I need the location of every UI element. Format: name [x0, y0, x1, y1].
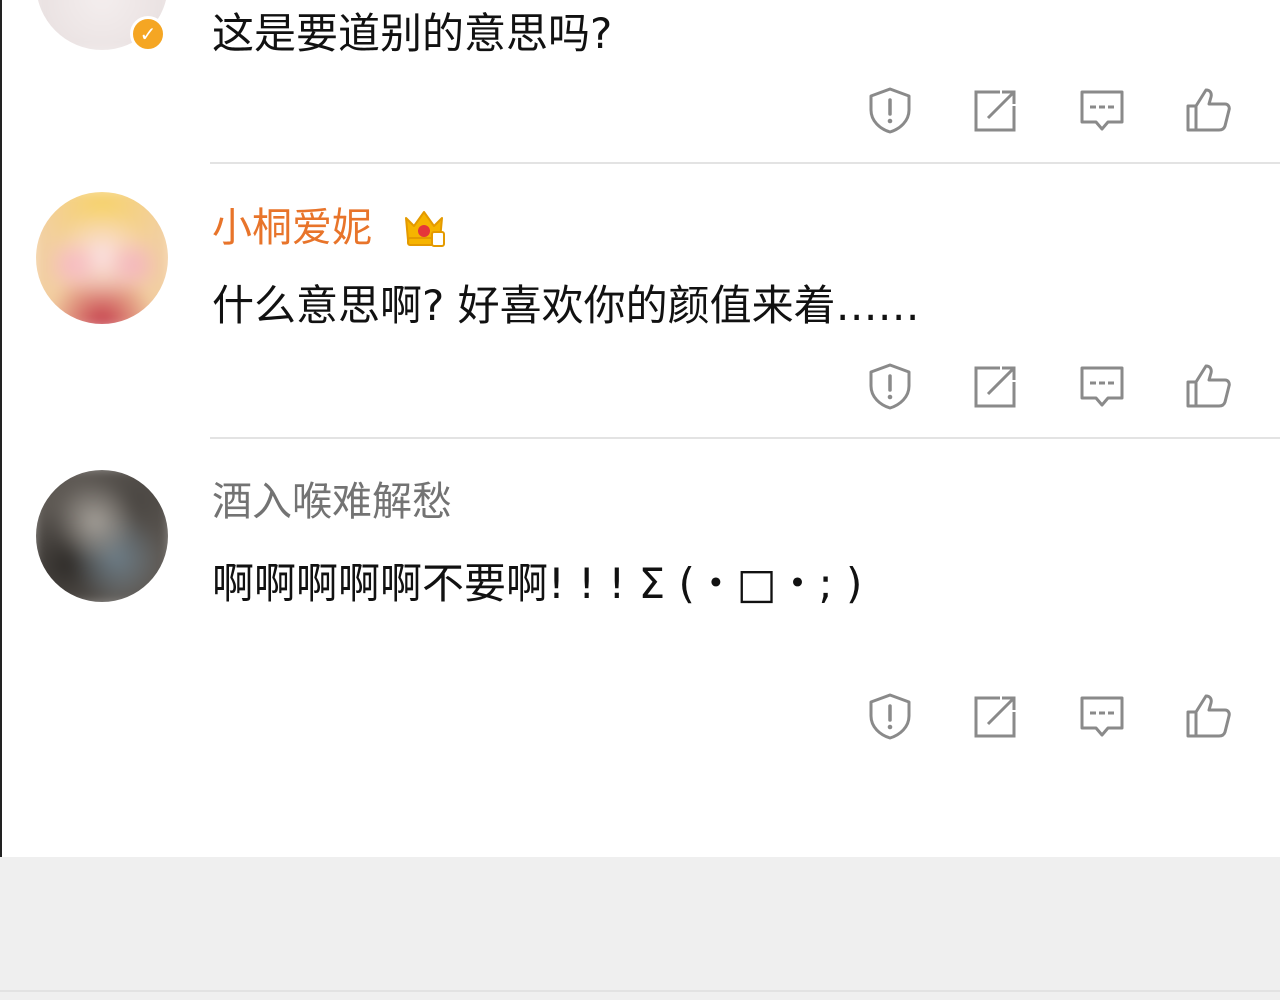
- report-button[interactable]: [860, 80, 920, 140]
- reply-button[interactable]: [1072, 686, 1132, 746]
- comment-list: ✓ 这是要道别的意思吗? 小桐爱妮 什么意思啊? 好喜欢你的颜值来着…… 酒入喉…: [0, 0, 1280, 1000]
- username[interactable]: 酒入喉难解愁: [212, 478, 452, 526]
- like-icon: [1186, 694, 1231, 738]
- comment-actions: [860, 356, 1260, 416]
- like-button[interactable]: [1178, 686, 1238, 746]
- comment-icon: [1080, 90, 1124, 131]
- comment-text: 什么意思啊? 好喜欢你的颜值来着……: [212, 281, 920, 330]
- like-icon: [1186, 364, 1231, 408]
- repost-icon: [974, 696, 1016, 738]
- report-icon: [869, 87, 911, 134]
- report-button[interactable]: [860, 686, 920, 746]
- report-button[interactable]: [860, 356, 920, 416]
- comment-text: 这是要道别的意思吗?: [212, 9, 613, 58]
- report-icon: [869, 363, 911, 410]
- comment-actions: [860, 80, 1260, 140]
- avatar[interactable]: [36, 470, 168, 602]
- repost-button[interactable]: [966, 686, 1026, 746]
- comment-actions: [860, 686, 1260, 746]
- report-icon: [869, 693, 911, 740]
- divider: [0, 990, 1280, 992]
- repost-button[interactable]: [966, 356, 1026, 416]
- left-border: [0, 0, 2, 858]
- like-button[interactable]: [1178, 80, 1238, 140]
- repost-icon: [974, 90, 1016, 132]
- footer-area: [0, 857, 1280, 1000]
- comment-icon: [1080, 696, 1124, 737]
- reply-button[interactable]: [1072, 356, 1132, 416]
- comment-text: 啊啊啊啊啊不要啊! ! ! Σ (・□・; ): [212, 559, 863, 608]
- username[interactable]: 小桐爱妮: [212, 204, 372, 252]
- like-icon: [1186, 88, 1231, 132]
- divider: [210, 162, 1280, 164]
- repost-icon: [974, 366, 1016, 408]
- divider: [210, 437, 1280, 439]
- like-button[interactable]: [1178, 356, 1238, 416]
- reply-button[interactable]: [1072, 80, 1132, 140]
- repost-button[interactable]: [966, 80, 1026, 140]
- avatar[interactable]: [36, 192, 168, 324]
- crown-vip-icon: [405, 211, 445, 247]
- comment-icon: [1080, 366, 1124, 407]
- verified-check-icon: ✓: [130, 16, 166, 52]
